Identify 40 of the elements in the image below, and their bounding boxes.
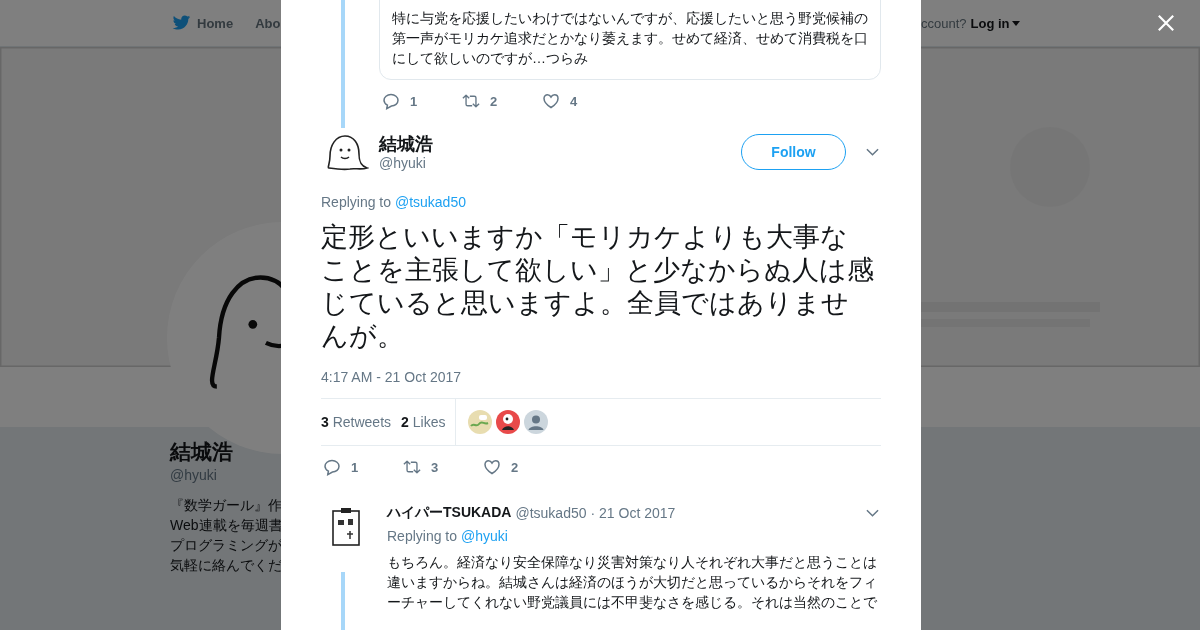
chevron-down-icon[interactable]: [866, 509, 879, 517]
profile-handle: @hyuki: [170, 467, 217, 483]
nav-link[interactable]: Home: [197, 15, 234, 31]
follow-button[interactable]: Follow: [741, 134, 846, 170]
tweet-date[interactable]: · 21 Oct 2017: [590, 505, 676, 521]
reply-text: もちろん。経済なり安全保障なり災害対策なり人それぞれ大事だと思うことは 違いますからね。結城さんは経済のほうが大切だと思っているからそれをフィ ーチャーしてくれない野党議員には不甲斐なさを感じる。それは当然のことで: [387, 553, 878, 612]
user-handle: @hyuki: [379, 155, 427, 171]
mention-link[interactable]: @hyuki: [460, 528, 508, 544]
action-count: 1: [351, 459, 359, 475]
action-count: 1: [410, 93, 418, 109]
clipboard-avatar-icon[interactable]: [329, 506, 363, 548]
tweet-text: 定形といいますか「モリカケよりも大事な ことを主張して欲しい」と少なからぬ人は感 じていると思いますよ。全員ではありませ んが。: [321, 221, 874, 353]
action-count: 2: [511, 459, 519, 475]
quoted-tweet-text: 特に与党を応援したいわけではないんですが、応援したいと思う野党候補の 第一声がモリカケ追求だとかなり萎えます。せめて経済、せめて消費税を口 にして欲しいのですが…つらみ: [392, 9, 868, 68]
stat-link[interactable]: 2 Likes: [401, 414, 446, 430]
action-count: 2: [490, 93, 498, 109]
user-handle: @tsukad50: [515, 505, 587, 521]
mention-link[interactable]: @tsukad50: [394, 194, 466, 210]
stat-link[interactable]: 3 Retweets: [321, 414, 392, 430]
login-link[interactable]: Log in: [970, 15, 1020, 31]
reply-icon[interactable]: [323, 458, 341, 476]
account-prompt: ccount?: [921, 15, 967, 31]
avatar-icon[interactable]: [496, 410, 521, 434]
close-icon[interactable]: [1157, 14, 1175, 32]
reply-icon[interactable]: [382, 92, 400, 110]
replying-label: Replying to: [321, 194, 392, 210]
heart-icon[interactable]: [542, 92, 560, 110]
user-name[interactable]: ハイパーTSUKADA: [387, 504, 512, 522]
action-count: 4: [570, 93, 578, 109]
profile-name: 結城浩: [170, 439, 233, 465]
user-name[interactable]: 結城浩: [379, 133, 741, 155]
replying-label: Replying to: [387, 528, 458, 544]
retweet-icon[interactable]: [462, 92, 480, 110]
action-count: 3: [431, 459, 439, 475]
tweet-time[interactable]: 4:17 AM - 21 Oct 2017: [321, 367, 881, 387]
retweet-icon[interactable]: [403, 458, 421, 476]
caret-icon: [1011, 20, 1020, 26]
nav-link[interactable]: Abo: [255, 15, 281, 31]
heart-icon[interactable]: [483, 458, 501, 476]
chevron-down-icon[interactable]: [866, 148, 879, 156]
